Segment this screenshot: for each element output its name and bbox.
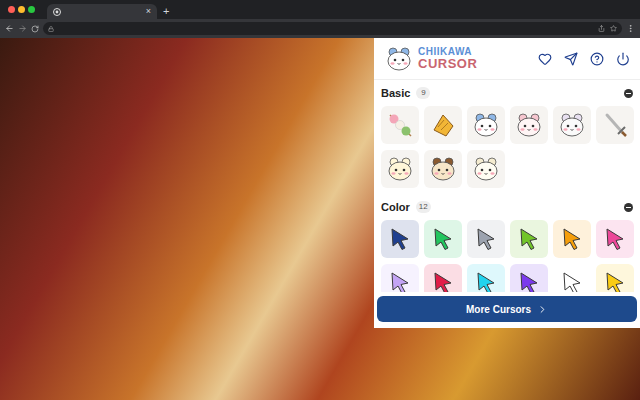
lock-icon (48, 26, 54, 32)
send-icon[interactable] (564, 52, 578, 66)
section-header: Color 12 (381, 198, 633, 216)
logo: CHIIKAWACURSOR (384, 44, 477, 74)
collapse-button[interactable] (624, 203, 633, 212)
arrow-cursor-icon (559, 226, 585, 252)
cursor-tile[interactable] (467, 150, 505, 188)
cursor-tile[interactable] (467, 220, 505, 258)
cursor-tile[interactable] (467, 264, 505, 292)
arrow-cursor-icon (387, 270, 413, 292)
cursor-tile[interactable] (424, 264, 462, 292)
cursor-tile[interactable] (381, 106, 419, 144)
character-icon (557, 110, 587, 140)
arrow-cursor-icon (430, 270, 456, 292)
dango-icon (385, 110, 415, 140)
heart-icon[interactable] (538, 52, 552, 66)
back-icon[interactable] (5, 24, 14, 33)
character-icon (471, 154, 501, 184)
cursor-section: Color 12 (381, 188, 633, 292)
section-header: Basic 9 (381, 84, 633, 102)
tab-close[interactable]: × (146, 7, 151, 16)
cursor-list: Basic 9 Color 12 (374, 80, 640, 292)
tab-strip: ×+ (0, 0, 640, 19)
zoom-dot[interactable] (28, 6, 35, 13)
extension-popup: CHIIKAWACURSOR Basic 9 Color 12 More Cursors (374, 38, 640, 328)
popup-header: CHIIKAWACURSOR (374, 38, 640, 80)
browser-tab[interactable]: × (47, 4, 157, 19)
character-icon (471, 110, 501, 140)
cursor-grid (381, 106, 633, 188)
cursor-tile[interactable] (424, 106, 462, 144)
browser-window: ×+CHIIKAWACURSORBasic9Color12More Cursor… (0, 0, 640, 400)
star-icon[interactable] (610, 25, 617, 32)
share-icon[interactable] (598, 25, 605, 32)
cursor-tile[interactable] (553, 264, 591, 292)
cursor-tile[interactable] (467, 106, 505, 144)
toolbar (0, 19, 640, 38)
arrow-cursor-icon (473, 270, 499, 292)
reload-icon[interactable] (31, 25, 39, 33)
character-icon (428, 154, 458, 184)
help-icon[interactable] (590, 52, 604, 66)
collapse-button[interactable] (624, 89, 633, 98)
background-photo: CHIIKAWACURSOR Basic 9 Color 12 More Cursors (0, 38, 640, 400)
cursor-tile[interactable] (424, 220, 462, 258)
cursor-tile[interactable] (553, 106, 591, 144)
cursor-tile[interactable] (510, 106, 548, 144)
character-icon (385, 154, 415, 184)
sword-icon (600, 110, 630, 140)
minimize-dot[interactable] (18, 6, 25, 13)
arrow-cursor-icon (602, 226, 628, 252)
cursor-tile[interactable] (596, 220, 634, 258)
arrow-cursor-icon (473, 226, 499, 252)
section-title: Basic (381, 85, 410, 102)
power-icon[interactable] (616, 52, 630, 66)
cursor-tile[interactable] (596, 264, 634, 292)
chevron-right-icon (537, 304, 548, 315)
cursor-tile[interactable] (596, 106, 634, 144)
forward-icon[interactable] (18, 24, 27, 33)
cursor-tile[interactable] (424, 150, 462, 188)
section-count: 12 (416, 201, 431, 213)
arrow-cursor-icon (559, 270, 585, 292)
cursor-grid (381, 220, 633, 292)
cursor-tile[interactable] (381, 150, 419, 188)
new-tab-button[interactable]: + (163, 6, 169, 17)
character-icon (514, 110, 544, 140)
address-bar[interactable] (43, 22, 622, 35)
cursor-tile[interactable] (510, 264, 548, 292)
cursor-tile[interactable] (381, 220, 419, 258)
arrow-cursor-icon (602, 270, 628, 292)
section-title: Color (381, 199, 410, 216)
chrome-icon (53, 8, 61, 16)
character-icon (384, 44, 414, 74)
cursor-tile[interactable] (381, 264, 419, 292)
arrow-cursor-icon (516, 226, 542, 252)
arrow-cursor-icon (387, 226, 413, 252)
close-dot[interactable] (8, 6, 15, 13)
cursor-tile[interactable] (553, 220, 591, 258)
taiyaki-icon (428, 110, 458, 140)
arrow-cursor-icon (430, 226, 456, 252)
cursor-section: Basic 9 (381, 80, 633, 188)
cursor-tile[interactable] (510, 220, 548, 258)
more-cursors-button[interactable]: More Cursors (377, 296, 637, 322)
arrow-cursor-icon (516, 270, 542, 292)
section-count: 9 (416, 87, 430, 99)
menu-icon[interactable] (626, 24, 635, 33)
